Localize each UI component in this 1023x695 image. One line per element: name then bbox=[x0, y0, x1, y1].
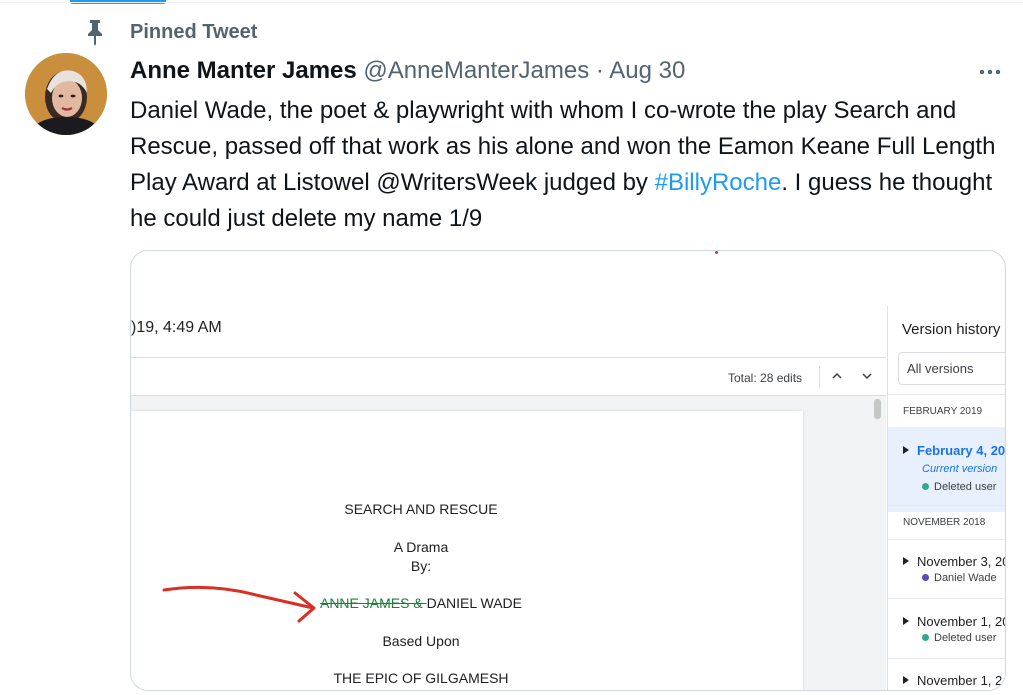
deleted-author-name: ANNE JAMES & bbox=[319, 595, 427, 611]
header-separator: · bbox=[595, 57, 604, 84]
hashtag-link[interactable]: #BillyRoche bbox=[655, 169, 782, 196]
author-name[interactable]: Anne Manter James bbox=[130, 57, 357, 84]
doc-title: SEARCH AND RESCUE bbox=[344, 501, 498, 517]
versions-filter-select[interactable]: All versions bbox=[898, 352, 1005, 385]
versions-filter-value: All versions bbox=[907, 361, 974, 376]
more-options-icon[interactable] bbox=[974, 62, 1006, 80]
pinned-tweet-context: Pinned Tweet bbox=[84, 18, 257, 46]
doc-source-title: THE EPIC OF GILGAMESH bbox=[333, 670, 509, 686]
remaining-author-name: DANIEL WADE bbox=[426, 595, 523, 611]
marker-dot bbox=[715, 251, 718, 254]
version-user: Deleted user bbox=[922, 632, 996, 644]
version-user: Deleted user bbox=[922, 481, 996, 493]
total-edits-label: Total: 28 edits bbox=[728, 371, 803, 385]
expand-triangle-icon[interactable] bbox=[903, 676, 909, 684]
month-header: NOVEMBER 2018 bbox=[903, 517, 986, 528]
scrollbar-thumb[interactable] bbox=[874, 399, 881, 419]
version-entry-date[interactable]: November 3, 20 bbox=[903, 553, 1005, 571]
divider bbox=[131, 357, 886, 358]
doc-subtitle: A Drama bbox=[393, 539, 449, 555]
divider bbox=[888, 658, 1005, 659]
expand-triangle-icon[interactable] bbox=[903, 557, 909, 565]
divider bbox=[819, 366, 820, 388]
tweet-date[interactable]: Aug 30 bbox=[609, 57, 685, 84]
pinned-label: Pinned Tweet bbox=[130, 21, 258, 43]
version-timestamp: )19, 4:49 AM bbox=[131, 319, 222, 336]
user-color-dot bbox=[922, 574, 929, 581]
divider bbox=[888, 598, 1005, 599]
month-header: FEBRUARY 2019 bbox=[903, 406, 983, 417]
user-color-dot bbox=[922, 483, 929, 490]
doc-by-label: By: bbox=[410, 558, 432, 574]
chevron-up-icon[interactable] bbox=[829, 368, 845, 384]
tweet-header: Anne Manter James @AnneManterJames · Aug… bbox=[130, 57, 685, 85]
version-history-title: Version history bbox=[902, 321, 1001, 338]
expand-triangle-icon[interactable] bbox=[903, 617, 909, 625]
version-user: Daniel Wade bbox=[922, 572, 997, 584]
tweet-image[interactable]: )19, 4:49 AM Total: 28 edits SEARCH AND … bbox=[130, 250, 1006, 691]
tweet-body: Daniel Wade, the poet & playwright with … bbox=[130, 93, 1010, 237]
user-color-dot bbox=[922, 634, 929, 641]
divider bbox=[888, 505, 1005, 506]
author-handle[interactable]: @AnneManterJames bbox=[363, 57, 589, 84]
chevron-down-icon[interactable] bbox=[859, 368, 875, 384]
avatar-image bbox=[25, 53, 107, 135]
version-entry-date[interactable]: February 4, 20 bbox=[903, 442, 1005, 460]
current-version-label: Current version bbox=[922, 463, 998, 475]
expand-triangle-icon[interactable] bbox=[903, 446, 909, 454]
version-history-panel: Version history All versions FEBRUARY 20… bbox=[887, 306, 1005, 690]
divider bbox=[0, 2, 1023, 3]
doc-based-upon: Based Upon bbox=[382, 633, 460, 649]
divider bbox=[888, 539, 1005, 540]
pin-icon bbox=[88, 20, 102, 46]
red-arrow-annotation bbox=[162, 585, 316, 623]
divider bbox=[888, 394, 1005, 395]
avatar[interactable] bbox=[25, 53, 107, 135]
version-entry-date[interactable]: November 1, 2 bbox=[903, 672, 1002, 690]
version-entry-date[interactable]: November 1, 20 bbox=[903, 613, 1005, 631]
